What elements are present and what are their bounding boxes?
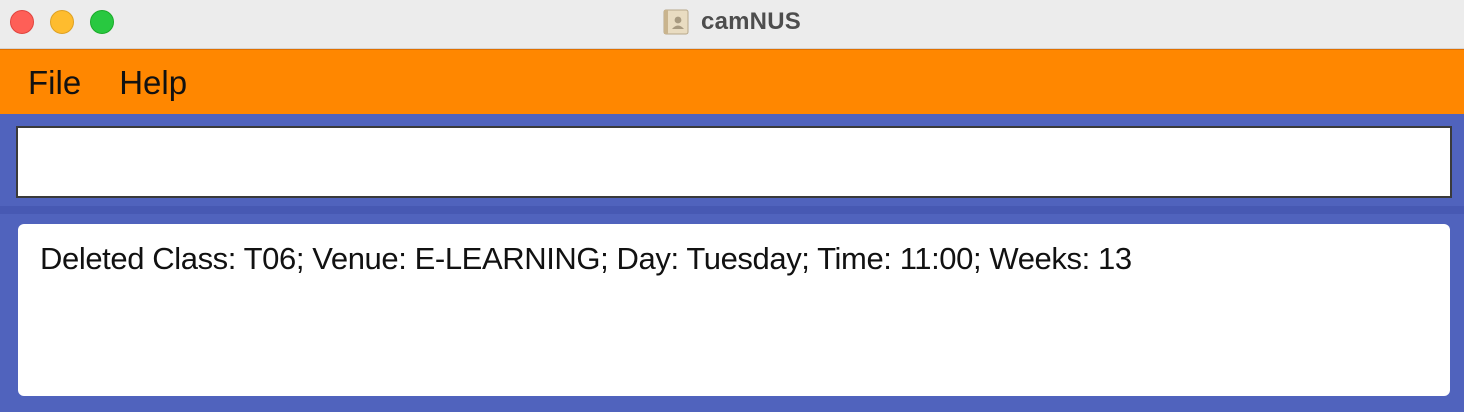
- app-window: camNUS File Help Deleted Class: T06; Ven…: [0, 0, 1464, 412]
- title-bar[interactable]: camNUS: [0, 0, 1464, 49]
- menu-bar: File Help: [0, 49, 1464, 114]
- menu-file[interactable]: File: [28, 66, 91, 99]
- pane-divider[interactable]: [0, 206, 1464, 214]
- window-title-group: camNUS: [0, 0, 1464, 43]
- result-display: Deleted Class: T06; Venue: E-LEARNING; D…: [18, 224, 1450, 396]
- address-book-icon: [663, 9, 689, 35]
- window-title: camNUS: [701, 7, 801, 35]
- command-input[interactable]: [16, 126, 1452, 198]
- result-message: Deleted Class: T06; Venue: E-LEARNING; D…: [40, 241, 1132, 276]
- menu-help[interactable]: Help: [119, 66, 197, 99]
